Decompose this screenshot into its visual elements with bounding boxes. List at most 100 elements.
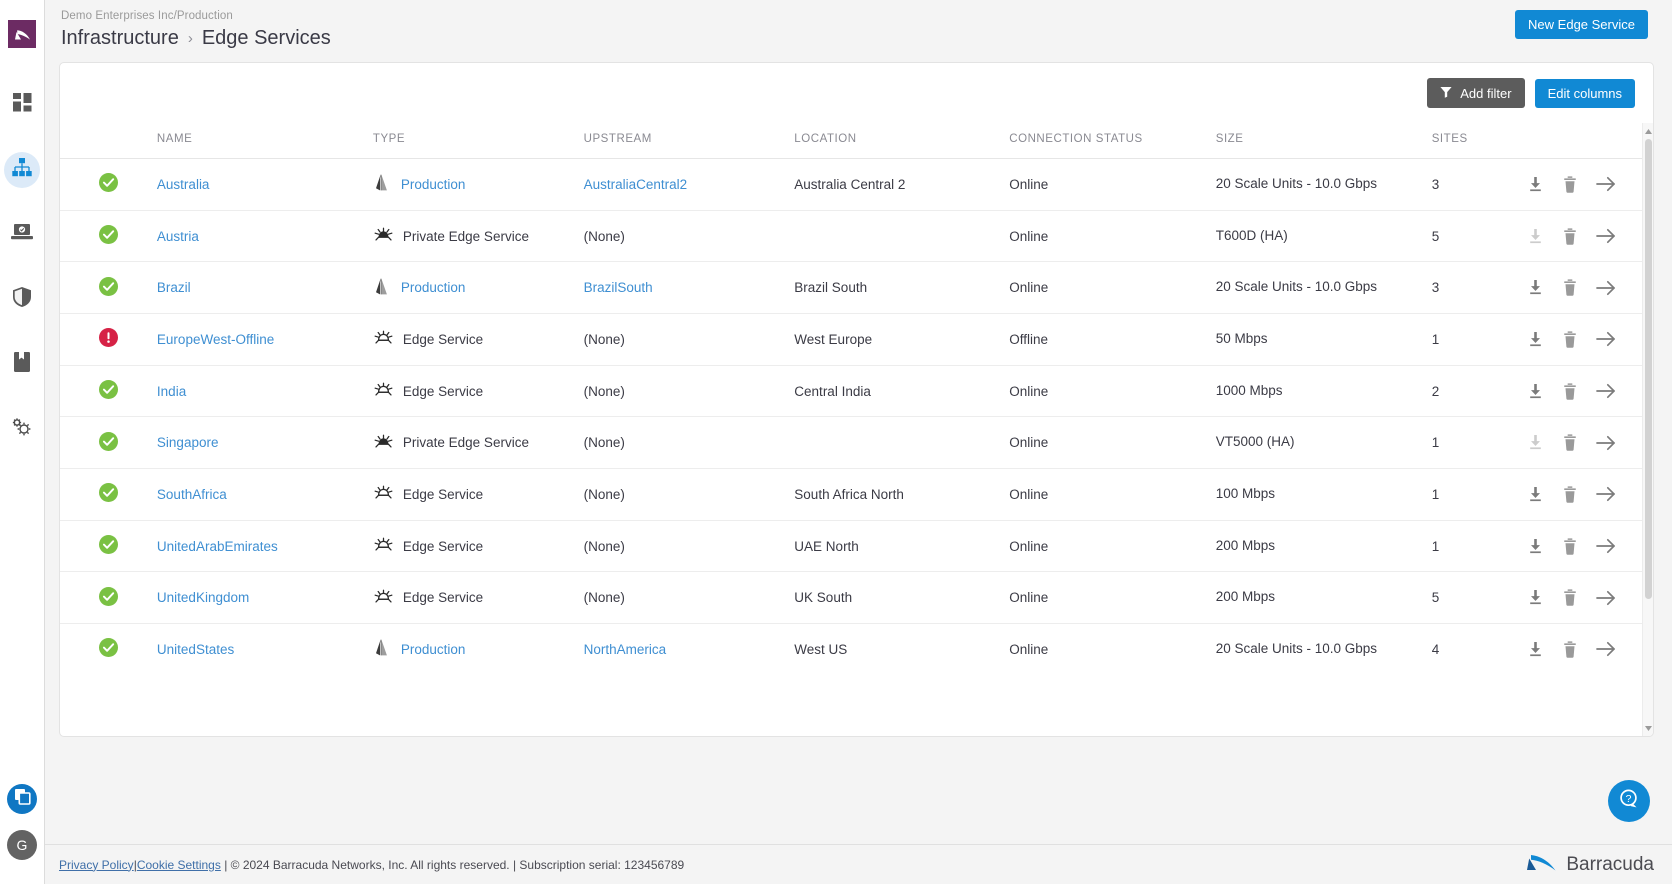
edge-service-link[interactable]: Brazil [157,280,191,295]
row-actions-cell [1526,261,1653,315]
open-arrow-icon[interactable] [1595,331,1616,347]
row-name-cell: Austria [156,210,373,263]
download-icon[interactable] [1527,538,1544,555]
delete-icon[interactable] [1562,227,1578,245]
table-scroll-container: NAME TYPE UPSTREAM LOCATION CONNECTION S… [60,123,1653,736]
breadcrumb-parent[interactable]: Infrastructure [61,27,179,50]
col-upstream[interactable]: UPSTREAM [583,123,795,159]
sidebar-item-endpoint[interactable] [0,212,45,257]
download-icon[interactable] [1527,176,1544,193]
row-sites-cell: 1 [1431,313,1527,366]
open-arrow-icon[interactable] [1595,486,1616,502]
row-status-cell [60,261,157,315]
barracuda-mark-icon[interactable] [8,20,36,48]
sidebar-item-settings[interactable] [0,407,45,452]
col-name[interactable]: NAME [156,123,373,159]
row-connection-cell: Online [1009,641,1049,657]
col-connection[interactable]: CONNECTION STATUS [1009,123,1216,159]
scroll-down-arrow-icon[interactable] [1643,722,1653,734]
row-type-label[interactable]: Production [401,642,466,657]
edge-service-link[interactable]: SouthAfrica [157,487,227,502]
open-arrow-icon[interactable] [1595,641,1616,657]
col-size[interactable]: SIZE [1215,123,1432,159]
table-row[interactable]: Brazil Production BrazilSouth Brazil South O… [60,261,1653,315]
row-type-cell: Private Edge Service [372,210,584,263]
row-name-cell: EuropeWest-Offline [156,313,373,366]
sidebar-item-reports[interactable] [0,342,45,387]
help-button[interactable]: ? [1608,780,1650,822]
table-body: Australia Production AustraliaCentral2 Aust… [60,158,1653,675]
table-row[interactable]: Australia Production AustraliaCentral2 Aust… [60,158,1653,211]
open-arrow-icon[interactable] [1595,590,1616,606]
row-name-cell: India [156,365,373,418]
table-row[interactable]: UnitedArabEmirates Edge Service (None) UAE … [60,520,1653,573]
delete-icon[interactable] [1562,176,1578,193]
table-row[interactable]: Austria Private Edge Service (None) Online T… [60,210,1653,263]
edge-service-icon [373,328,394,350]
delete-icon[interactable] [1562,279,1578,296]
row-upstream-label[interactable]: NorthAmerica [584,642,667,657]
delete-icon[interactable] [1562,331,1578,348]
download-icon[interactable] [1527,589,1544,606]
edge-service-link[interactable]: UnitedKingdom [157,590,249,605]
workspaces-button[interactable] [7,784,37,814]
delete-icon[interactable] [1562,537,1578,555]
row-location-cell: West US [794,641,848,657]
new-edge-service-button[interactable]: New Edge Service [1515,10,1648,39]
download-icon[interactable] [1527,383,1544,400]
sidebar-item-dashboard[interactable] [0,82,45,127]
edge-service-link[interactable]: Singapore [157,435,219,450]
col-location[interactable]: LOCATION [794,123,1010,159]
scrollbar-thumb[interactable] [1645,139,1652,599]
status-ok-icon [98,225,118,247]
delete-icon[interactable] [1562,589,1578,606]
row-type-label[interactable]: Production [401,177,466,192]
edge-service-icon [373,483,394,505]
edge-service-link[interactable]: India [157,384,186,399]
open-arrow-icon[interactable] [1595,280,1616,296]
scroll-up-arrow-icon[interactable] [1643,125,1653,137]
open-arrow-icon[interactable] [1595,176,1616,192]
add-filter-button[interactable]: Add filter [1427,78,1525,108]
col-status[interactable] [60,123,157,159]
open-arrow-icon[interactable] [1595,228,1616,244]
col-sites[interactable]: SITES [1431,123,1527,159]
table-row[interactable]: Singapore Private Edge Service (None) Onlin… [60,416,1653,470]
sidebar-item-security[interactable] [0,277,45,322]
table-scrollbar[interactable] [1642,123,1653,736]
table-row[interactable]: UnitedKingdom Edge Service (None) UK South O… [60,571,1653,625]
privacy-policy-link[interactable]: Privacy Policy [59,858,134,872]
open-arrow-icon[interactable] [1595,383,1616,399]
open-arrow-icon[interactable] [1595,435,1616,451]
table-row[interactable]: SouthAfrica Edge Service (None) South Afric… [60,468,1653,521]
cookie-settings-link[interactable]: Cookie Settings [137,858,221,872]
download-icon[interactable] [1527,641,1544,658]
row-upstream-label[interactable]: AustraliaCentral2 [584,177,688,192]
edit-columns-button[interactable]: Edit columns [1534,78,1635,108]
row-type-label[interactable]: Production [401,280,466,295]
delete-icon[interactable] [1562,434,1578,451]
private-edge-service-icon [373,432,394,454]
delete-icon[interactable] [1562,486,1578,503]
delete-icon[interactable] [1562,382,1578,400]
sidebar-item-infrastructure[interactable] [0,147,45,192]
download-icon[interactable] [1527,331,1544,348]
col-type[interactable]: TYPE [372,123,584,159]
table-row[interactable]: UnitedStates Production NorthAmerica West U… [60,624,1653,675]
row-size-label: 1000 Mbps [1215,382,1283,398]
download-icon[interactable] [1527,486,1544,503]
edge-service-link[interactable]: Austria [157,229,199,244]
table-row[interactable]: EuropeWest-Offline Edge Service (None) West… [60,313,1653,366]
edge-service-link[interactable]: Australia [157,177,210,192]
edge-service-link[interactable]: UnitedArabEmirates [157,539,278,554]
edge-service-link[interactable]: UnitedStates [157,642,234,657]
delete-icon[interactable] [1562,641,1578,658]
table-row[interactable]: India Edge Service (None) Central India Onli… [60,365,1653,418]
open-arrow-icon[interactable] [1595,538,1616,554]
row-connection-cell: Online [1009,158,1216,211]
download-icon[interactable] [1527,279,1544,296]
user-avatar[interactable]: G [7,830,37,860]
edge-service-link[interactable]: EuropeWest-Offline [157,332,274,347]
row-upstream-label[interactable]: BrazilSouth [584,280,653,295]
table-head: NAME TYPE UPSTREAM LOCATION CONNECTION S… [60,123,1653,159]
